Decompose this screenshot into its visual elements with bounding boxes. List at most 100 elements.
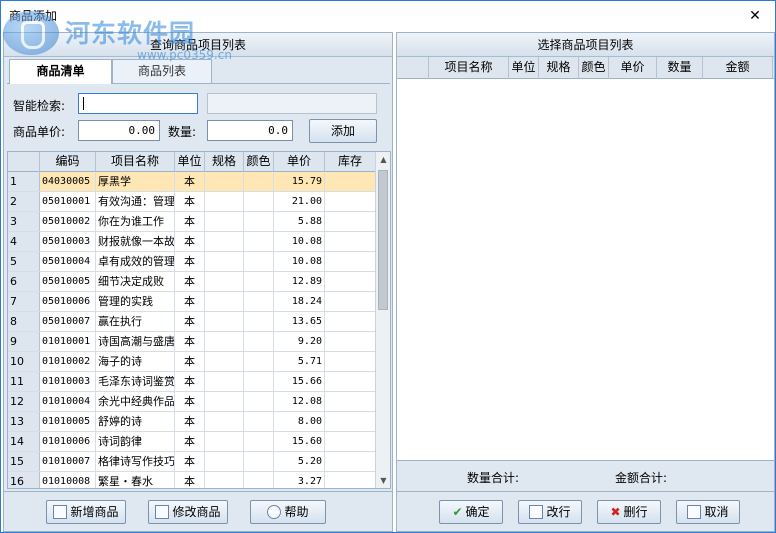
cell-item-name[interactable]: 繁星・春水 [96,472,175,488]
table-row[interactable]: 12 01010004 余光中经典作品本 12.08 [8,392,376,412]
cell-item-name[interactable]: 诗国高潮与盛唐 [96,332,175,351]
column-header-item-name[interactable]: 项目名称 [96,152,175,172]
table-row[interactable]: 16 01010008 繁星・春水本 3.27 [8,472,376,488]
cell-unit[interactable]: 本 [175,432,205,451]
cell-spec[interactable] [205,352,244,371]
cell-stock[interactable] [325,272,376,291]
cell-code[interactable]: 01010003 [40,372,96,391]
price-input[interactable]: 0.00 [78,120,160,141]
cell-spec[interactable] [205,252,244,271]
cell-row-number[interactable]: 13 [8,412,40,431]
cell-unit-price[interactable]: 12.08 [274,392,325,411]
cell-unit-price[interactable]: 9.20 [274,332,325,351]
cell-row-number[interactable]: 14 [8,432,40,451]
cell-spec[interactable] [205,232,244,251]
cell-item-name[interactable]: 细节决定成败 [96,272,175,291]
cell-stock[interactable] [325,232,376,251]
table-row[interactable]: 1 04030005 厚黑学本 15.79 [8,172,376,192]
cell-row-number[interactable]: 7 [8,292,40,311]
cell-row-number[interactable]: 5 [8,252,40,271]
cell-unit-price[interactable]: 10.08 [274,232,325,251]
cell-row-number[interactable]: 12 [8,392,40,411]
search-input[interactable] [78,93,198,114]
cell-stock[interactable] [325,412,376,431]
new-product-button[interactable]: 新增商品 [46,500,126,524]
column-header-spec[interactable]: 规格 [205,152,244,172]
cell-row-number[interactable]: 6 [8,272,40,291]
selected-column-header-unit[interactable]: 单位 [509,57,539,79]
cell-color[interactable] [244,432,274,451]
cell-color[interactable] [244,292,274,311]
cell-row-number[interactable]: 10 [8,352,40,371]
cell-item-name[interactable]: 厚黑学 [96,172,175,191]
cell-code[interactable]: 05010004 [40,252,96,271]
column-header-unit[interactable]: 单位 [175,152,205,172]
cell-row-number[interactable]: 4 [8,232,40,251]
cell-row-number[interactable]: 3 [8,212,40,231]
cell-stock[interactable] [325,292,376,311]
cell-color[interactable] [244,372,274,391]
cell-unit-price[interactable]: 15.79 [274,172,325,191]
tab-product-inventory[interactable]: 商品清单 [9,59,112,84]
cell-unit[interactable]: 本 [175,232,205,251]
cell-spec[interactable] [205,412,244,431]
cell-spec[interactable] [205,472,244,488]
cell-unit[interactable]: 本 [175,212,205,231]
cell-unit-price[interactable]: 21.00 [274,192,325,211]
add-button[interactable]: 添加 [309,119,377,143]
cell-spec[interactable] [205,312,244,331]
cell-color[interactable] [244,412,274,431]
column-header-row-number[interactable] [8,152,40,172]
cell-spec[interactable] [205,172,244,191]
cell-unit-price[interactable]: 10.08 [274,252,325,271]
cell-item-name[interactable]: 财报就像一本故 [96,232,175,251]
cell-code[interactable]: 05010006 [40,292,96,311]
table-row[interactable]: 9 01010001 诗国高潮与盛唐本 9.20 [8,332,376,352]
table-row[interactable]: 2 05010001 有效沟通：管理本 21.00 [8,192,376,212]
vertical-scrollbar[interactable]: ▲ ▼ [375,152,390,488]
cell-row-number[interactable]: 1 [8,172,40,191]
table-row[interactable]: 6 05010005 细节决定成败本 12.89 [8,272,376,292]
cell-color[interactable] [244,312,274,331]
cell-item-name[interactable]: 格律诗写作技巧 [96,452,175,471]
column-header-color[interactable]: 颜色 [244,152,274,172]
cell-stock[interactable] [325,252,376,271]
table-row[interactable]: 5 05010004 卓有成效的管理本 10.08 [8,252,376,272]
cell-spec[interactable] [205,372,244,391]
cell-unit[interactable]: 本 [175,292,205,311]
cell-row-number[interactable]: 16 [8,472,40,488]
cell-code[interactable]: 01010006 [40,432,96,451]
cell-code[interactable]: 04030005 [40,172,96,191]
cell-item-name[interactable]: 管理的实践 [96,292,175,311]
cell-stock[interactable] [325,332,376,351]
cell-code[interactable]: 05010001 [40,192,96,211]
cell-color[interactable] [244,172,274,191]
cell-unit[interactable]: 本 [175,472,205,488]
cell-stock[interactable] [325,352,376,371]
cell-unit[interactable]: 本 [175,332,205,351]
cell-unit[interactable]: 本 [175,272,205,291]
cell-item-name[interactable]: 海子的诗 [96,352,175,371]
cell-color[interactable] [244,252,274,271]
column-header-stock[interactable]: 库存 [325,152,376,172]
cell-code[interactable]: 01010007 [40,452,96,471]
cell-row-number[interactable]: 8 [8,312,40,331]
selected-column-header-unit-price[interactable]: 单价 [609,57,657,79]
cell-code[interactable]: 01010002 [40,352,96,371]
cell-unit-price[interactable]: 18.24 [274,292,325,311]
cell-code[interactable]: 01010001 [40,332,96,351]
cell-color[interactable] [244,232,274,251]
cell-unit[interactable]: 本 [175,192,205,211]
confirm-button[interactable]: ✔ 确定 [439,500,503,524]
cell-stock[interactable] [325,432,376,451]
table-row[interactable]: 15 01010007 格律诗写作技巧本 5.20 [8,452,376,472]
table-row[interactable]: 8 05010007 赢在执行本 13.65 [8,312,376,332]
cell-item-name[interactable]: 你在为谁工作 [96,212,175,231]
edit-row-button[interactable]: 改行 [518,500,582,524]
scroll-thumb[interactable] [378,170,388,310]
selected-column-header-spec[interactable]: 规格 [539,57,579,79]
scroll-down-icon[interactable]: ▼ [376,473,390,488]
cell-stock[interactable] [325,172,376,191]
cell-unit[interactable]: 本 [175,392,205,411]
column-header-code[interactable]: 编码 [40,152,96,172]
